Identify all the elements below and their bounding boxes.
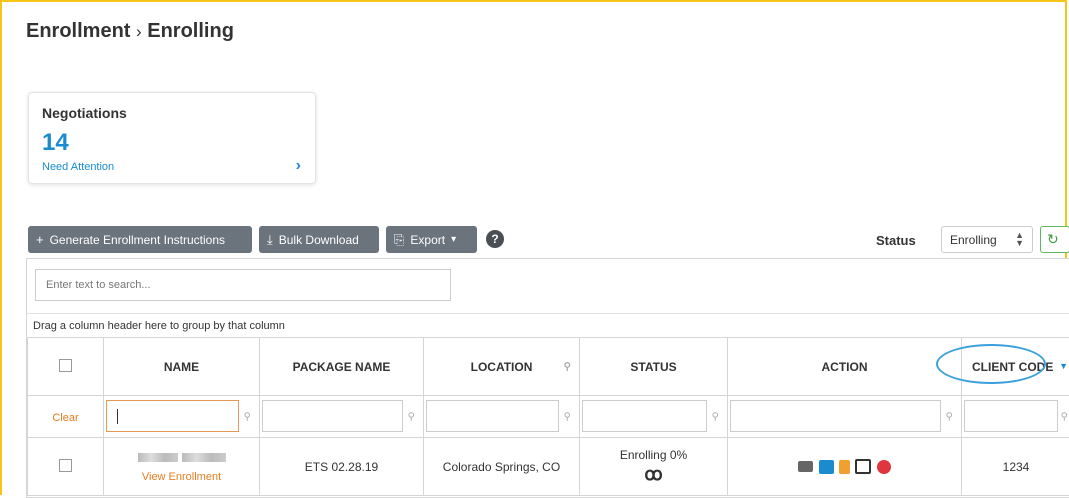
client-code-filter-input[interactable] bbox=[964, 400, 1058, 432]
header-row: NAME PACKAGE NAME LOCATION ⚲ STATUS ACTI… bbox=[28, 338, 1069, 396]
grid-table: NAME PACKAGE NAME LOCATION ⚲ STATUS ACTI… bbox=[27, 337, 1069, 496]
name-cell: View Enrollment bbox=[104, 438, 260, 496]
select-all-checkbox[interactable] bbox=[59, 359, 72, 372]
client-code-cell: 1234 bbox=[962, 438, 1069, 496]
list-icon[interactable] bbox=[855, 459, 871, 474]
action-cell bbox=[728, 438, 962, 496]
row-checkbox[interactable] bbox=[59, 459, 72, 472]
refresh-icon: ↻ bbox=[1047, 231, 1059, 247]
edit-icon[interactable] bbox=[819, 460, 834, 474]
column-header-action[interactable]: ACTION bbox=[728, 338, 962, 396]
package-cell: ETS 02.28.19 bbox=[260, 438, 424, 496]
generate-enrollment-instructions-button[interactable]: + Generate Enrollment Instructions bbox=[28, 226, 252, 253]
redacted-name bbox=[104, 451, 259, 465]
view-enrollment-link[interactable]: View Enrollment bbox=[142, 471, 221, 483]
delete-icon[interactable] bbox=[877, 460, 891, 474]
breadcrumb-page: Enrolling bbox=[147, 20, 234, 42]
table-row[interactable]: View Enrollment ETS 02.28.19 Colorado Sp… bbox=[28, 438, 1069, 496]
select-arrows-icon: ▲▼ bbox=[1015, 231, 1024, 247]
generate-label: Generate Enrollment Instructions bbox=[50, 233, 225, 247]
column-header-package-name[interactable]: PACKAGE NAME bbox=[260, 338, 424, 396]
group-by-panel[interactable]: Drag a column header here to group by th… bbox=[27, 313, 1069, 337]
bulk-label: Bulk Download bbox=[279, 233, 359, 247]
filter-pin-icon[interactable]: ⚲ bbox=[564, 361, 571, 372]
breadcrumb-separator: › bbox=[136, 22, 142, 41]
caret-down-icon: ▾ bbox=[451, 234, 456, 245]
help-icon[interactable]: ? bbox=[486, 230, 504, 248]
package-filter-input[interactable] bbox=[262, 400, 403, 432]
negotiations-card[interactable]: Negotiations 14 Need Attention › bbox=[28, 92, 316, 184]
status-filter-label: Status bbox=[876, 233, 916, 248]
location-header-label: LOCATION bbox=[471, 360, 533, 374]
action-filter-cell: ⚲ bbox=[728, 396, 962, 438]
highlight-annotation bbox=[936, 344, 1046, 384]
refresh-button[interactable]: ↻ bbox=[1040, 226, 1069, 253]
export-label: Export bbox=[410, 233, 445, 247]
breadcrumb-section[interactable]: Enrollment bbox=[26, 20, 130, 42]
column-header-status[interactable]: STATUS bbox=[580, 338, 728, 396]
enrollment-grid: Enter text to search... Drag a column he… bbox=[26, 258, 1069, 498]
filter-pin-icon[interactable]: ⚲ bbox=[564, 411, 571, 422]
name-filter-input[interactable] bbox=[106, 400, 239, 432]
location-cell: Colorado Springs, CO bbox=[424, 438, 580, 496]
location-filter-cell: ⚲ bbox=[424, 396, 580, 438]
page-title: Enrollment › Enrolling bbox=[26, 20, 234, 43]
clear-filters-link[interactable]: Clear bbox=[52, 412, 78, 424]
clear-filters-cell: Clear bbox=[28, 396, 104, 438]
filter-pin-icon[interactable]: ⚲ bbox=[946, 411, 953, 422]
package-filter-cell: ⚲ bbox=[260, 396, 424, 438]
toggle-icon[interactable]: ꝏ bbox=[580, 464, 727, 485]
filter-pin-icon[interactable]: ⚲ bbox=[408, 411, 415, 422]
column-header-name[interactable]: NAME bbox=[104, 338, 260, 396]
search-input[interactable]: Enter text to search... bbox=[35, 269, 451, 301]
action-filter-input[interactable] bbox=[730, 400, 941, 432]
client-code-filter-cell: ⚲ bbox=[962, 396, 1069, 438]
filter-pin-icon[interactable]: ⚲ bbox=[244, 411, 251, 422]
card-count: 14 bbox=[42, 129, 69, 157]
document-icon[interactable] bbox=[839, 460, 850, 474]
status-cell: Enrolling 0% ꝏ bbox=[580, 438, 728, 496]
status-filter-input[interactable] bbox=[582, 400, 707, 432]
card-subtitle[interactable]: Need Attention bbox=[42, 161, 114, 173]
folder-icon[interactable] bbox=[798, 461, 813, 472]
chevron-right-icon[interactable]: › bbox=[296, 157, 301, 175]
location-filter-input[interactable] bbox=[426, 400, 559, 432]
plus-icon: + bbox=[36, 232, 44, 247]
status-select[interactable]: Enrolling ▲▼ bbox=[941, 226, 1033, 253]
filter-pin-icon[interactable]: ⚲ bbox=[712, 411, 719, 422]
status-select-value: Enrolling bbox=[950, 233, 997, 247]
status-text: Enrolling 0% bbox=[580, 448, 727, 462]
name-filter-cell: ⚲ bbox=[104, 396, 260, 438]
sort-arrow-icon: ▼ bbox=[1059, 361, 1068, 371]
filter-pin-icon[interactable]: ⚲ bbox=[1061, 411, 1068, 422]
column-header-location[interactable]: LOCATION ⚲ bbox=[424, 338, 580, 396]
download-icon: ⤓ bbox=[267, 232, 273, 248]
status-filter-cell: ⚲ bbox=[580, 396, 728, 438]
row-select-cell[interactable] bbox=[28, 438, 104, 496]
export-button[interactable]: ⎘ Export ▾ bbox=[386, 226, 477, 253]
export-icon: ⎘ bbox=[394, 232, 404, 248]
bulk-download-button[interactable]: ⤓ Bulk Download bbox=[259, 226, 379, 253]
select-all-cell[interactable] bbox=[28, 338, 104, 396]
filter-row: Clear ⚲ ⚲ ⚲ ⚲ ⚲ ⚲ bbox=[28, 396, 1069, 438]
card-title: Negotiations bbox=[42, 105, 127, 121]
